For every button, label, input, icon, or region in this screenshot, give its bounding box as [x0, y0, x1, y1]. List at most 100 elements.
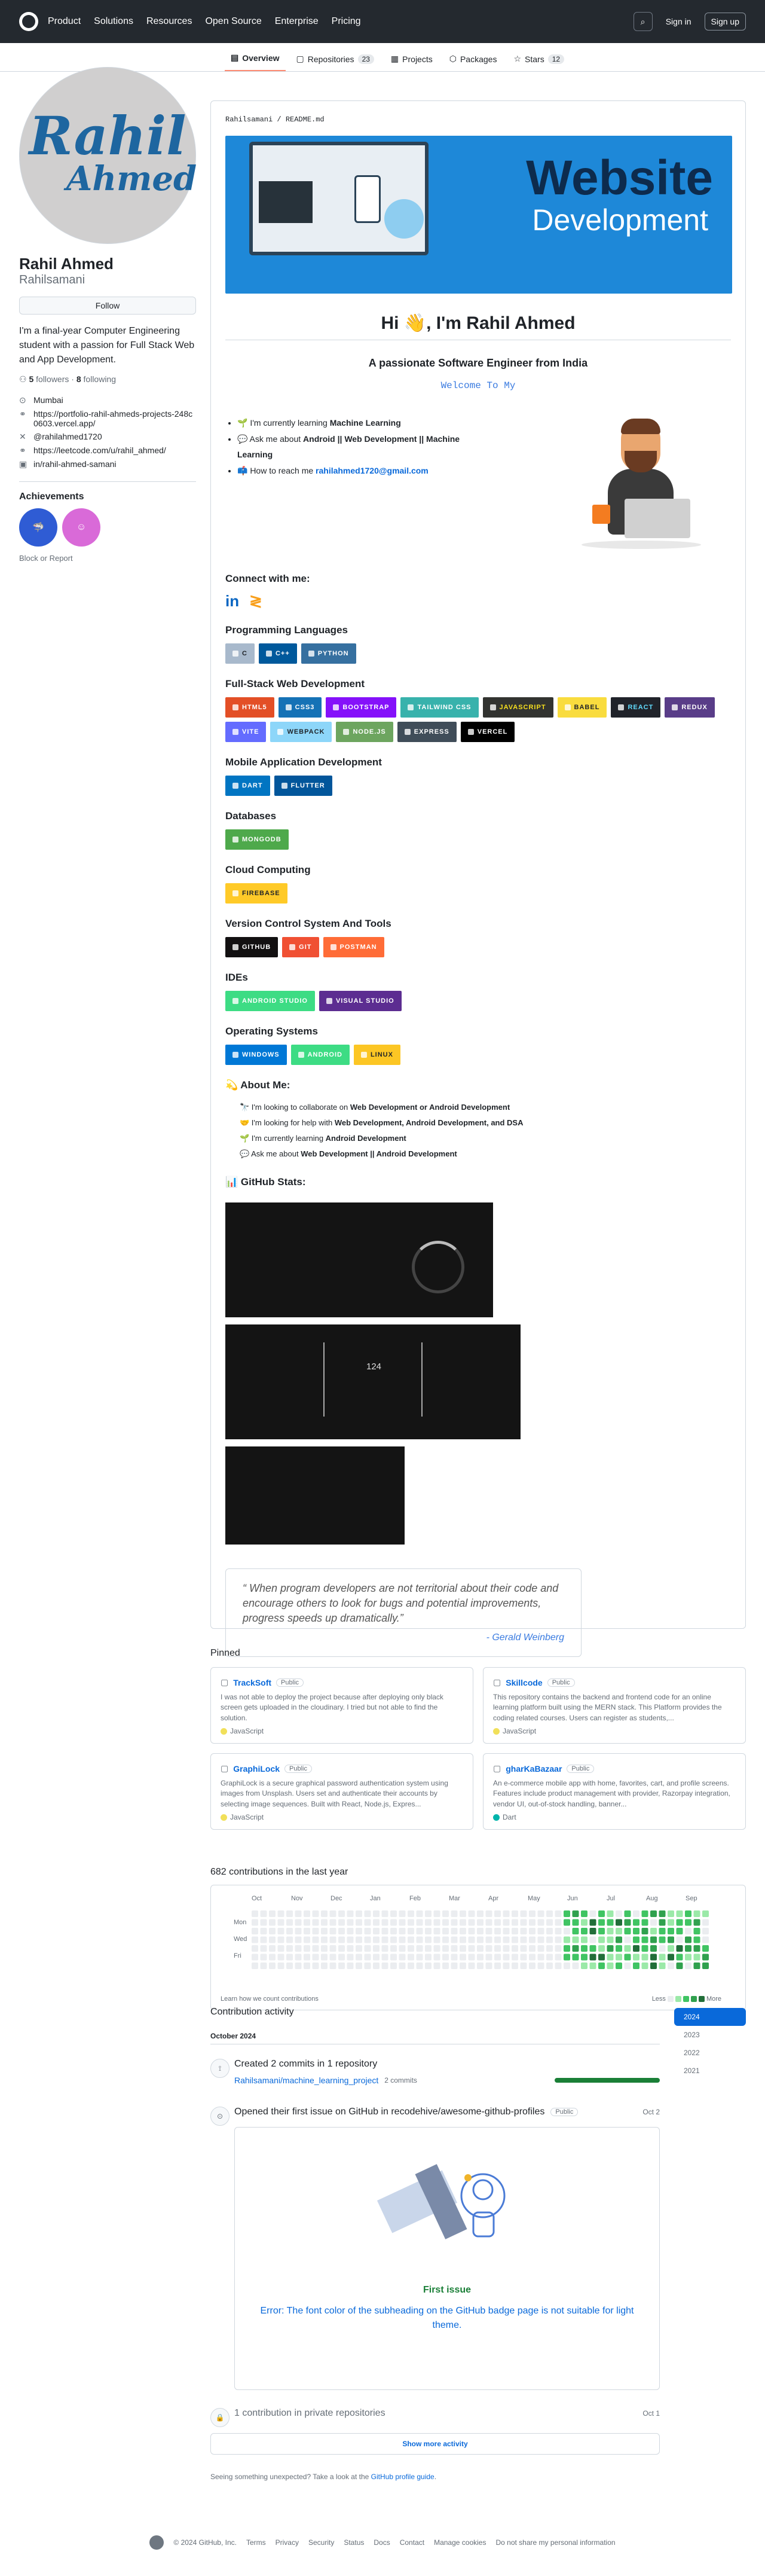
contribution-day[interactable]: [503, 1936, 510, 1943]
contribution-day[interactable]: [616, 1954, 622, 1961]
contribution-day[interactable]: [693, 1936, 700, 1943]
contribution-day[interactable]: [641, 1945, 648, 1952]
contribution-day[interactable]: [546, 1910, 553, 1917]
footer-link-privacy-choice[interactable]: Do not share my personal information: [495, 2538, 615, 2547]
contribution-day[interactable]: [433, 1928, 440, 1934]
contribution-day[interactable]: [451, 1928, 458, 1934]
contribution-day[interactable]: [433, 1919, 440, 1926]
contribution-day[interactable]: [529, 1962, 536, 1969]
contribution-day[interactable]: [702, 1945, 709, 1952]
footer-link-security[interactable]: Security: [308, 2538, 334, 2547]
contribution-day[interactable]: [347, 1919, 354, 1926]
contribution-day[interactable]: [685, 1936, 691, 1943]
contribution-day[interactable]: [416, 1936, 423, 1943]
contribution-day[interactable]: [564, 1910, 570, 1917]
contribution-day[interactable]: [364, 1954, 371, 1961]
contribution-day[interactable]: [329, 1962, 336, 1969]
contribution-day[interactable]: [572, 1962, 579, 1969]
contribution-day[interactable]: [468, 1954, 475, 1961]
contribution-day[interactable]: [408, 1919, 414, 1926]
tab-overview[interactable]: ▤ Overview: [225, 53, 286, 71]
commit-count[interactable]: 2 commits: [384, 2076, 417, 2084]
contribution-day[interactable]: [477, 1919, 484, 1926]
contribution-day[interactable]: [598, 1945, 605, 1952]
contribution-day[interactable]: [485, 1928, 492, 1934]
contribution-day[interactable]: [555, 1945, 562, 1952]
contribution-day[interactable]: [633, 1962, 639, 1969]
contribution-day[interactable]: [312, 1936, 319, 1943]
contribution-day[interactable]: [468, 1936, 475, 1943]
contribution-day[interactable]: [702, 1910, 709, 1917]
contribution-day[interactable]: [390, 1936, 397, 1943]
contribution-day[interactable]: [624, 1928, 631, 1934]
contribution-day[interactable]: [451, 1962, 458, 1969]
contribution-day[interactable]: [252, 1945, 258, 1952]
contribution-day[interactable]: [451, 1936, 458, 1943]
contribution-day[interactable]: [408, 1928, 414, 1934]
contribution-day[interactable]: [676, 1936, 683, 1943]
contribution-day[interactable]: [529, 1910, 536, 1917]
contribution-day[interactable]: [329, 1945, 336, 1952]
contribution-day[interactable]: [546, 1945, 553, 1952]
contribution-day[interactable]: [581, 1910, 587, 1917]
contribution-day[interactable]: [329, 1936, 336, 1943]
contribution-day[interactable]: [399, 1928, 406, 1934]
contribution-day[interactable]: [477, 1945, 484, 1952]
following-count[interactable]: 8: [76, 374, 81, 384]
contribution-day[interactable]: [252, 1954, 258, 1961]
contribution-day[interactable]: [390, 1962, 397, 1969]
contribution-day[interactable]: [546, 1928, 553, 1934]
contribution-day[interactable]: [546, 1936, 553, 1943]
repo-link[interactable]: GraphiLock: [233, 1764, 280, 1774]
contribution-day[interactable]: [304, 1962, 310, 1969]
issue-title[interactable]: Error: The font color of the subheading …: [249, 2304, 645, 2333]
contribution-day[interactable]: [520, 1954, 527, 1961]
contribution-day[interactable]: [390, 1910, 397, 1917]
contribution-day[interactable]: [269, 1919, 276, 1926]
contribution-day[interactable]: [252, 1910, 258, 1917]
contribution-day[interactable]: [581, 1954, 587, 1961]
contribution-day[interactable]: [416, 1919, 423, 1926]
contribution-day[interactable]: [693, 1928, 700, 1934]
year-2022[interactable]: 2022: [674, 2044, 746, 2062]
contribution-day[interactable]: [546, 1962, 553, 1969]
contribution-day[interactable]: [668, 1928, 674, 1934]
contribution-day[interactable]: [442, 1919, 449, 1926]
contribution-day[interactable]: [572, 1936, 579, 1943]
contribution-day[interactable]: [529, 1936, 536, 1943]
contribution-day[interactable]: [494, 1954, 501, 1961]
contribution-day[interactable]: [356, 1928, 362, 1934]
contribution-day[interactable]: [564, 1945, 570, 1952]
contribution-day[interactable]: [529, 1928, 536, 1934]
contribution-day[interactable]: [416, 1962, 423, 1969]
contribution-day[interactable]: [277, 1936, 284, 1943]
contribution-day[interactable]: [641, 1954, 648, 1961]
contribution-day[interactable]: [650, 1910, 657, 1917]
contribution-day[interactable]: [477, 1910, 484, 1917]
contribution-day[interactable]: [702, 1936, 709, 1943]
contribution-day[interactable]: [425, 1945, 432, 1952]
event-title[interactable]: Created 2 commits in 1 repository: [234, 2059, 660, 2070]
contribution-day[interactable]: [659, 1919, 666, 1926]
contribution-day[interactable]: [512, 1962, 518, 1969]
contribution-day[interactable]: [433, 1910, 440, 1917]
contribution-day[interactable]: [598, 1928, 605, 1934]
contribution-day[interactable]: [425, 1936, 432, 1943]
contribution-day[interactable]: [338, 1910, 345, 1917]
contribution-day[interactable]: [338, 1928, 345, 1934]
leetcode-item[interactable]: ⚭ https://leetcode.com/u/rahil_ahmed/: [19, 445, 196, 456]
contribution-day[interactable]: [607, 1910, 614, 1917]
contribution-day[interactable]: [277, 1962, 284, 1969]
contribution-day[interactable]: [512, 1936, 518, 1943]
contribution-day[interactable]: [494, 1919, 501, 1926]
contribution-day[interactable]: [529, 1945, 536, 1952]
contribution-day[interactable]: [381, 1919, 388, 1926]
contribution-day[interactable]: [529, 1954, 536, 1961]
contribution-day[interactable]: [286, 1945, 293, 1952]
contribution-day[interactable]: [616, 1962, 622, 1969]
contribution-day[interactable]: [399, 1919, 406, 1926]
contribution-day[interactable]: [572, 1928, 579, 1934]
contribution-day[interactable]: [477, 1936, 484, 1943]
contribution-day[interactable]: [598, 1954, 605, 1961]
contribution-day[interactable]: [433, 1962, 440, 1969]
